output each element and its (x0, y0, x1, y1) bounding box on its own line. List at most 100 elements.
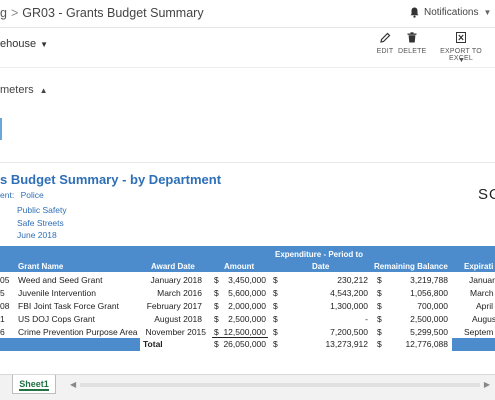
total-row: Total $ 26,050,000 $ 13,273,912 $ 12,776… (0, 338, 495, 351)
currency-symbol: $ (273, 275, 278, 285)
sheet-tab-bar: Sheet1 ◀ ▶ (0, 374, 495, 400)
grant-name: Crime Prevention Purpose Area (18, 327, 138, 337)
expenditure: 4,543,200 (330, 288, 368, 298)
currency-symbol: $ (377, 339, 382, 349)
currency-symbol: $ (377, 275, 382, 285)
notifications-button[interactable]: Notifications ▼ (410, 7, 491, 18)
expenditure: 1,300,000 (330, 301, 368, 311)
edit-button[interactable]: EDIT (375, 32, 395, 55)
chevron-up-icon: ▲ (39, 86, 48, 95)
expenditure: 230,212 (337, 275, 368, 285)
amount: 12,500,000 (223, 327, 266, 337)
expiration: Januar (469, 275, 495, 285)
scroll-track[interactable] (80, 383, 480, 387)
edit-label: EDIT (376, 48, 394, 55)
table-row: 08 FBI Joint Task Force Grant February 2… (0, 300, 495, 313)
header-remaining: Remaining Balance (374, 262, 448, 271)
currency-symbol: $ (214, 314, 219, 324)
department-line: ent: Police (0, 190, 44, 200)
delete-label: DELETE (398, 48, 427, 55)
parameters-toggle[interactable]: meters ▲ (0, 84, 48, 96)
grant-name: FBI Joint Task Force Grant (18, 301, 119, 311)
report-title: s Budget Summary - by Department (0, 172, 222, 187)
expenditure: 7,200,500 (330, 327, 368, 337)
remaining-balance: 3,219,788 (410, 275, 448, 285)
table-row: 05 Weed and Seed Grant January 2018 $ 3,… (0, 274, 495, 287)
title-bar: g > GR03 - Grants Budget Summary Notificat… (0, 0, 495, 28)
total-remaining: 12,776,088 (405, 339, 448, 349)
divider (0, 162, 495, 163)
breadcrumb-prev[interactable]: g (0, 6, 7, 20)
department-item: Safe Streets (17, 218, 64, 228)
header-award-date: Award Date (151, 262, 195, 271)
parameter-input-edge[interactable] (0, 118, 2, 140)
sheet-tab[interactable]: Sheet1 (12, 375, 56, 394)
row-id: 6 (0, 327, 5, 337)
row-id: 05 (0, 275, 10, 285)
header-grant-name: Grant Name (18, 262, 64, 271)
remaining-balance: 2,500,000 (410, 314, 448, 324)
scroll-right-icon[interactable]: ▶ (484, 380, 490, 389)
page-title: GR03 - Grants Budget Summary (22, 6, 204, 20)
currency-symbol: $ (214, 301, 219, 311)
table-header: Grant Name Award Date Amount Expenditure… (0, 246, 495, 272)
expiration: March (470, 288, 494, 298)
amount: 2,000,000 (228, 301, 266, 311)
chevron-down-icon: ▼ (483, 8, 492, 17)
department-value: Police (20, 190, 44, 200)
trash-icon (398, 32, 426, 44)
chevron-down-icon: ▼ (40, 40, 49, 49)
table-row: 5 Juvenile Intervention March 2016 $ 5,6… (0, 287, 495, 300)
remaining-balance: 700,000 (417, 301, 448, 311)
total-row-fill (452, 338, 495, 351)
expenditure: - (365, 314, 368, 324)
currency-symbol: $ (377, 327, 382, 337)
grant-name: US DOJ Cops Grant (18, 314, 95, 324)
company-logo: SO (478, 186, 495, 203)
warehouse-selector[interactable]: ehouse ▼ (0, 38, 48, 50)
award-date: February 2017 (146, 301, 202, 311)
header-amount: Amount (224, 262, 255, 271)
table-row: 1 US DOJ Cops Grant August 2018 $ 2,500,… (0, 313, 495, 326)
header-expenditure-line2: Date (312, 262, 330, 271)
currency-symbol: $ (377, 301, 382, 311)
currency-symbol: $ (214, 288, 219, 298)
department-label: ent: (0, 190, 15, 200)
chevron-down-icon[interactable]: ▼ (458, 57, 465, 64)
expiration: Septem (464, 327, 494, 337)
breadcrumb: g > GR03 - Grants Budget Summary (0, 6, 204, 20)
breadcrumb-separator: > (10, 6, 19, 20)
award-date: January 2018 (150, 275, 202, 285)
award-date: August 2018 (154, 314, 202, 324)
currency-symbol: $ (377, 314, 382, 324)
header-expenditure-line1: Expenditure - Period to (275, 250, 364, 259)
currency-symbol: $ (273, 314, 278, 324)
warehouse-label: ehouse (0, 38, 37, 50)
row-id: 1 (0, 314, 5, 324)
notifications-label: Notifications (424, 7, 479, 18)
grant-name: Weed and Seed Grant (18, 275, 103, 285)
horizontal-scrollbar[interactable]: ◀ ▶ (70, 380, 490, 390)
parameters-label: meters (0, 84, 34, 96)
report-period: June 2018 (17, 230, 57, 240)
currency-symbol: $ (273, 339, 278, 349)
currency-symbol: $ (273, 327, 278, 337)
row-id: 5 (0, 288, 5, 298)
excel-icon (430, 32, 492, 44)
total-expenditure: 13,273,912 (325, 339, 368, 349)
bell-icon (410, 7, 419, 18)
header-expiration: Expirati (464, 262, 494, 271)
total-row-fill (0, 338, 140, 351)
delete-button[interactable]: DELETE (398, 32, 426, 55)
currency-symbol: $ (377, 288, 382, 298)
total-label: Total (143, 339, 163, 349)
grant-name: Juvenile Intervention (18, 288, 96, 298)
award-date: March 2016 (157, 288, 202, 298)
row-id: 08 (0, 301, 10, 311)
expiration: Augus (472, 314, 495, 324)
scroll-left-icon[interactable]: ◀ (70, 380, 76, 389)
remaining-balance: 5,299,500 (410, 327, 448, 337)
amount: 3,450,000 (228, 275, 266, 285)
amount: 2,500,000 (228, 314, 266, 324)
currency-symbol: $ (273, 288, 278, 298)
